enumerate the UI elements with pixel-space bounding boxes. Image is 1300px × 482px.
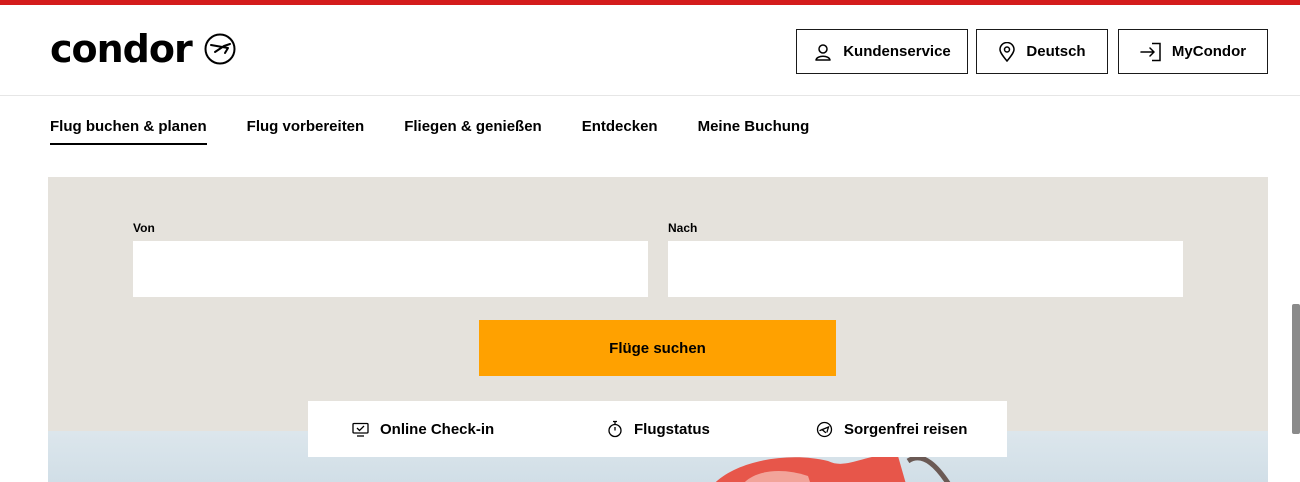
quick-links-bar: Online Check-in Flugstatus Sorgenfrei re… (308, 401, 1007, 457)
quicklink-carefree-travel[interactable]: Sorgenfrei reisen (816, 401, 967, 457)
stopwatch-icon (608, 420, 622, 438)
nav-item-discover[interactable]: Entdecken (582, 118, 658, 145)
from-label: Von (133, 221, 155, 235)
language-button[interactable]: Deutsch (976, 29, 1108, 74)
customer-service-label: Kundenservice (843, 43, 951, 60)
person-icon (815, 43, 831, 61)
to-label: Nach (668, 221, 698, 235)
shield-plane-icon (816, 421, 833, 437)
quicklink-carefree-travel-label: Sorgenfrei reisen (844, 420, 968, 438)
condor-bird-icon (204, 33, 236, 65)
page-scrollbar-thumb[interactable] (1292, 304, 1300, 434)
quicklink-flight-status[interactable]: Flugstatus (607, 401, 710, 457)
nav-item-book-plan[interactable]: Flug buchen & planen (50, 118, 207, 145)
location-pin-icon (999, 41, 1016, 62)
quicklink-online-checkin[interactable]: Online Check-in (352, 401, 494, 457)
quicklink-flight-status-label: Flugstatus (634, 420, 710, 438)
site-header: condor Kundenservice Deutsch MyCondor (0, 5, 1300, 96)
login-arrow-icon (1140, 42, 1161, 61)
mycondor-button[interactable]: MyCondor (1118, 29, 1268, 74)
nav-item-my-booking[interactable]: Meine Buchung (698, 118, 810, 145)
logo-wordmark: condor (50, 27, 193, 71)
search-flights-button[interactable]: Flüge suchen (479, 320, 836, 376)
monitor-checkin-icon (352, 422, 369, 437)
condor-logo[interactable]: condor (50, 29, 236, 69)
quicklink-online-checkin-label: Online Check-in (380, 420, 495, 438)
language-label: Deutsch (1026, 43, 1086, 60)
mycondor-label: MyCondor (1171, 43, 1247, 60)
nav-item-prepare-flight[interactable]: Flug vorbereiten (247, 118, 365, 145)
nav-item-fly-enjoy[interactable]: Fliegen & genießen (404, 118, 542, 145)
main-navigation: Flug buchen & planen Flug vorbereiten Fl… (50, 118, 849, 145)
customer-service-button[interactable]: Kundenservice (796, 29, 968, 74)
flight-search-panel: Von Nach Flüge suchen Online Check-in Fl… (48, 177, 1268, 482)
from-input[interactable] (133, 241, 648, 297)
to-input[interactable] (668, 241, 1183, 297)
